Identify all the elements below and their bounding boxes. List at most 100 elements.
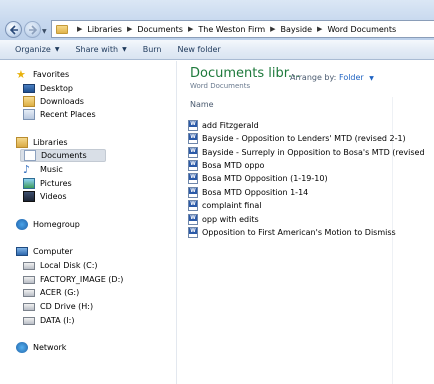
nav-music[interactable]: ♪ Music [23,163,63,176]
drive-icon [23,261,35,270]
drive-icon [23,316,35,325]
homegroup-icon [16,219,28,230]
address-bar-strip: ▼ ▶ Libraries ▶ Documents ▶ The Weston F… [0,0,434,40]
nav-downloads-label: Downloads [40,97,84,106]
column-header-name[interactable]: Name [190,100,214,109]
forward-button[interactable] [24,21,41,38]
chevron-right-icon[interactable]: ▶ [188,25,193,33]
breadcrumb-weston-firm[interactable]: The Weston Firm [198,25,265,34]
breadcrumb-bayside[interactable]: Bayside [281,25,313,34]
nav-drive-c[interactable]: Local Disk (C:) [23,259,98,272]
nav-drive-d[interactable]: FACTORY_IMAGE (D:) [23,273,123,286]
library-subtitle: Word Documents [190,82,251,90]
nav-recent-places[interactable]: Recent Places [23,108,96,121]
nav-drive-h[interactable]: CD Drive (H:) [23,300,93,313]
nav-recent-places-label: Recent Places [40,110,96,119]
downloads-folder-icon [23,96,35,107]
computer-icon [16,247,28,256]
network-icon [16,342,28,353]
file-name: add Fitzgerald [202,121,259,130]
file-row[interactable]: Opposition to First American's Motion to… [188,226,396,239]
libraries-icon [16,137,28,148]
file-row[interactable]: Bosa MTD Opposition (1-19-10) [188,172,328,185]
nav-drive-i[interactable]: DATA (I:) [23,314,74,327]
breadcrumb-word-documents[interactable]: Word Documents [327,25,396,34]
arrange-by-label: Arrange by: [290,73,337,82]
file-row[interactable]: Bayside - Surreply in Opposition to Bosa… [188,146,425,159]
recent-places-icon [23,109,35,120]
file-name: Bosa MTD oppo [202,161,265,170]
breadcrumb-documents[interactable]: Documents [137,25,183,34]
drive-icon [23,288,35,297]
file-row[interactable]: Bosa MTD oppo [188,159,264,172]
nav-drive-i-label: DATA (I:) [40,316,75,325]
chevron-right-icon[interactable]: ▶ [77,25,82,33]
file-row[interactable]: opp with edits [188,213,259,226]
recent-pages-dropdown-icon[interactable]: ▼ [42,28,47,35]
chevron-right-icon[interactable]: ▶ [270,25,275,33]
nav-libraries[interactable]: Libraries [16,136,68,149]
back-arrow-icon [9,25,18,35]
file-name: Bayside - Surreply in Opposition to Bosa… [202,148,425,157]
chevron-right-icon[interactable]: ▶ [127,25,132,33]
arrange-by-value: Folder [339,73,364,82]
nav-documents[interactable]: Documents [20,149,106,162]
nav-videos-label: Videos [40,192,67,201]
nav-network-label: Network [33,343,67,352]
organize-label: Organize [15,45,51,54]
nav-computer[interactable]: Computer [16,245,73,258]
new-folder-label: New folder [177,45,221,54]
breadcrumb-libraries[interactable]: Libraries [87,25,122,34]
nav-documents-label: Documents [41,151,87,160]
nav-favorites[interactable]: ★ Favorites [16,68,69,81]
share-with-button[interactable]: Share with ▼ [67,45,134,54]
desktop-icon [23,84,35,93]
nav-computer-label: Computer [33,247,73,256]
file-name: opp with edits [202,215,259,224]
word-document-icon [188,133,198,144]
word-document-icon [188,187,198,198]
word-document-icon [188,214,198,225]
chevron-right-icon[interactable]: ▶ [317,25,322,33]
nav-drive-d-label: FACTORY_IMAGE (D:) [40,275,124,284]
chevron-down-icon: ▼ [54,46,60,53]
content-pane: Documents libr... Word Documents Arrange… [178,61,434,384]
file-row[interactable]: add Fitzgerald [188,119,259,132]
word-document-icon [188,160,198,171]
nav-pictures[interactable]: Pictures [23,177,72,190]
library-title: Documents libr... [190,66,301,81]
nav-videos[interactable]: Videos [23,190,67,203]
arrange-by-dropdown[interactable]: Folder ▼ [339,73,374,82]
nav-drive-g-label: ACER (G:) [40,288,80,297]
nav-drive-c-label: Local Disk (C:) [40,261,98,270]
nav-homegroup-label: Homegroup [33,220,80,229]
address-field[interactable]: ▶ Libraries ▶ Documents ▶ The Weston Fir… [51,20,434,38]
file-name: Bayside - Opposition to Lenders' MTD (re… [202,134,406,143]
music-icon: ♪ [23,163,31,176]
nav-network[interactable]: Network [16,341,66,354]
word-document-icon [188,147,198,158]
file-name: Bosa MTD Opposition 1-14 [202,188,309,197]
file-row[interactable]: Bosa MTD Opposition 1-14 [188,186,308,199]
nav-homegroup[interactable]: Homegroup [16,218,80,231]
back-button[interactable] [5,21,22,38]
nav-downloads[interactable]: Downloads [23,95,84,108]
nav-libraries-label: Libraries [33,138,68,147]
chevron-down-icon: ▼ [122,46,127,53]
cd-drive-icon [23,302,35,311]
word-document-icon [188,200,198,211]
burn-button[interactable]: Burn [135,45,170,54]
pictures-icon [23,178,35,189]
documents-icon [24,150,36,161]
nav-desktop[interactable]: Desktop [23,82,73,95]
new-folder-button[interactable]: New folder [169,45,228,54]
share-with-label: Share with [75,45,119,54]
file-row[interactable]: complaint final [188,199,262,212]
nav-drive-g[interactable]: ACER (G:) [23,286,79,299]
file-row[interactable]: Bayside - Opposition to Lenders' MTD (re… [188,132,406,145]
organize-button[interactable]: Organize ▼ [0,45,67,54]
word-document-icon [188,227,198,238]
drive-icon [23,275,35,284]
burn-label: Burn [142,45,162,54]
nav-music-label: Music [40,165,63,174]
